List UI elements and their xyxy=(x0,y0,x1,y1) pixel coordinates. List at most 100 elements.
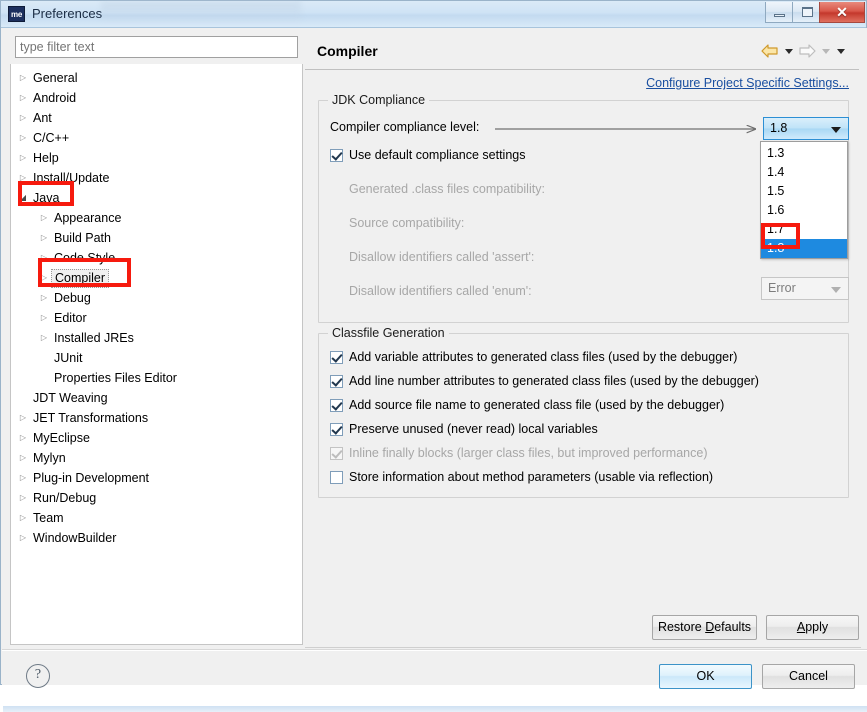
tree-collapsed-icon[interactable]: ▷ xyxy=(17,68,29,88)
sidebar-item-team[interactable]: ▷ Team xyxy=(11,508,302,528)
compiler-compliance-level-combo[interactable]: 1.8 xyxy=(763,117,849,140)
sidebar-item-jdt-weaving[interactable]: JDT Weaving xyxy=(11,388,302,408)
preserve-unused-locals-label: Preserve unused (never read) local varia… xyxy=(349,422,598,436)
add-variable-attributes-checkbox[interactable] xyxy=(330,351,343,364)
sidebar-item-label: Install/Update xyxy=(33,171,110,185)
tree-collapsed-icon[interactable]: ▷ xyxy=(38,328,50,348)
page-title: Compiler xyxy=(317,43,378,59)
disallow-enum-label: Disallow identifiers called 'enum': xyxy=(349,284,532,298)
tree-collapsed-icon[interactable]: ▷ xyxy=(38,308,50,328)
sidebar-item-build-path[interactable]: ▷ Build Path xyxy=(11,228,302,248)
classfile-generation-group: Classfile Generation Add variable attrib… xyxy=(318,326,849,498)
cancel-button[interactable]: Cancel xyxy=(762,664,855,689)
back-arrow-icon[interactable] xyxy=(760,42,780,60)
tree-collapsed-icon[interactable]: ▷ xyxy=(38,208,50,228)
sidebar-item-ant[interactable]: ▷ Ant xyxy=(11,108,302,128)
sidebar-item-label: Java xyxy=(33,191,60,205)
preferences-tree[interactable]: ▷ General ▷ Android ▷ Ant ▷ C/C++ ▷ Help ▷ Install/… xyxy=(10,64,303,645)
sidebar-item-c-c[interactable]: ▷ C/C++ xyxy=(11,128,302,148)
tree-collapsed-icon[interactable]: ▷ xyxy=(38,268,50,288)
sidebar-item-android[interactable]: ▷ Android xyxy=(11,88,302,108)
sidebar-item-debug[interactable]: ▷ Debug xyxy=(11,288,302,308)
sidebar-item-label: Mylyn xyxy=(33,451,66,465)
tree-collapsed-icon[interactable]: ▷ xyxy=(17,148,29,168)
window-controls: ✕ xyxy=(765,2,865,23)
sidebar-item-jet-transformations[interactable]: ▷ JET Transformations xyxy=(11,408,302,428)
sidebar-item-run-debug[interactable]: ▷ Run/Debug xyxy=(11,488,302,508)
help-icon[interactable]: ? xyxy=(26,664,50,688)
apply-button[interactable]: Apply xyxy=(766,615,859,640)
sidebar-item-code-style[interactable]: ▷ Code Style xyxy=(11,248,302,268)
sidebar-item-label: JUnit xyxy=(54,351,83,365)
dropdown-option-1.5[interactable]: 1.5 xyxy=(761,182,847,201)
view-menu-chevron-down-icon[interactable] xyxy=(834,42,847,60)
tree-collapsed-icon[interactable]: ▷ xyxy=(38,248,50,268)
add-line-number-attributes-checkbox[interactable] xyxy=(330,375,343,388)
add-variable-attributes-label: Add variable attributes to generated cla… xyxy=(349,350,738,364)
sidebar-item-label: Team xyxy=(33,511,64,525)
sidebar-item-plug-in-development[interactable]: ▷ Plug-in Development xyxy=(11,468,302,488)
disallow-enum-severity-combo[interactable]: Error xyxy=(761,277,849,300)
minimize-button[interactable] xyxy=(765,2,793,23)
page-header: Compiler xyxy=(305,36,859,70)
tree-collapsed-icon[interactable]: ▷ xyxy=(17,468,29,488)
chevron-down-icon xyxy=(831,287,841,293)
tree-collapsed-icon[interactable]: ▷ xyxy=(17,88,29,108)
tree-collapsed-icon[interactable]: ▷ xyxy=(17,128,29,148)
tree-collapsed-icon[interactable]: ▷ xyxy=(17,448,29,468)
bottom-strip-decoration xyxy=(3,706,867,712)
tree-expanded-icon[interactable]: ◢ xyxy=(17,188,29,208)
tree-collapsed-icon[interactable]: ▷ xyxy=(17,528,29,548)
dropdown-option-1.7[interactable]: 1.7 xyxy=(761,220,847,239)
sidebar-item-appearance[interactable]: ▷ Appearance xyxy=(11,208,302,228)
compliance-level-dropdown-list[interactable]: 1.3 1.4 1.5 1.6 1.7 1.8 xyxy=(760,141,848,259)
sidebar-item-label: Appearance xyxy=(54,211,122,225)
tree-collapsed-icon[interactable]: ▷ xyxy=(17,508,29,528)
sidebar-item-install-update[interactable]: ▷ Install/Update xyxy=(11,168,302,188)
preserve-unused-locals-checkbox[interactable] xyxy=(330,423,343,436)
sidebar-item-junit[interactable]: JUnit xyxy=(11,348,302,368)
compiler-compliance-level-value: 1.8 xyxy=(770,121,788,135)
tree-collapsed-icon[interactable]: ▷ xyxy=(17,108,29,128)
sidebar-item-compiler[interactable]: ▷ Compiler xyxy=(11,268,302,288)
store-method-parameters-checkbox[interactable] xyxy=(330,471,343,484)
add-source-file-name-checkbox[interactable] xyxy=(330,399,343,412)
dialog-body: ▷ General ▷ Android ▷ Ant ▷ C/C++ ▷ Help ▷ Install/… xyxy=(2,28,867,712)
add-source-file-name-label: Add source file name to generated class … xyxy=(349,398,725,412)
sidebar-item-myeclipse[interactable]: ▷ MyEclipse xyxy=(11,428,302,448)
filter-input[interactable] xyxy=(15,36,298,58)
sidebar-item-installed-jres[interactable]: ▷ Installed JREs xyxy=(11,328,302,348)
dropdown-option-1.4[interactable]: 1.4 xyxy=(761,163,847,182)
sidebar-item-help[interactable]: ▷ Help xyxy=(11,148,302,168)
tree-collapsed-icon[interactable]: ▷ xyxy=(17,488,29,508)
sidebar-item-windowbuilder[interactable]: ▷ WindowBuilder xyxy=(11,528,302,548)
sidebar-item-label: General xyxy=(33,71,78,85)
ok-button[interactable]: OK xyxy=(659,664,752,689)
use-default-compliance-settings-checkbox[interactable] xyxy=(330,149,343,162)
dropdown-option-1.6[interactable]: 1.6 xyxy=(761,201,847,220)
dropdown-option-1.8[interactable]: 1.8 xyxy=(761,239,847,258)
sidebar-item-label: WindowBuilder xyxy=(33,531,117,545)
configure-project-specific-settings-link[interactable]: Configure Project Specific Settings... xyxy=(646,76,849,90)
sidebar-item-java[interactable]: ◢ Java xyxy=(11,188,302,208)
restore-defaults-button[interactable]: Restore Defaults xyxy=(652,615,757,640)
sidebar-item-label: JDT Weaving xyxy=(33,391,108,405)
tree-collapsed-icon[interactable]: ▷ xyxy=(17,168,29,188)
back-history-chevron-down-icon[interactable] xyxy=(782,42,795,60)
tree-collapsed-icon[interactable]: ▷ xyxy=(17,428,29,448)
dropdown-option-1.3[interactable]: 1.3 xyxy=(761,144,847,163)
sidebar-item-properties-files-editor[interactable]: Properties Files Editor xyxy=(11,368,302,388)
sidebar-item-mylyn[interactable]: ▷ Mylyn xyxy=(11,448,302,468)
myeclipse-app-icon: me xyxy=(8,6,25,22)
maximize-button[interactable] xyxy=(792,2,820,23)
sidebar-item-general[interactable]: ▷ General xyxy=(11,68,302,88)
sidebar-item-editor[interactable]: ▷ Editor xyxy=(11,308,302,328)
tree-collapsed-icon[interactable]: ▷ xyxy=(38,228,50,248)
tree-collapsed-icon[interactable]: ▷ xyxy=(38,288,50,308)
close-button[interactable]: ✕ xyxy=(819,2,865,23)
classfile-generation-legend: Classfile Generation xyxy=(328,326,449,340)
apply-label: Apply xyxy=(796,620,829,634)
tree-collapsed-icon[interactable]: ▷ xyxy=(17,408,29,428)
sidebar-item-label: Android xyxy=(33,91,77,105)
footer-separator xyxy=(2,649,867,651)
